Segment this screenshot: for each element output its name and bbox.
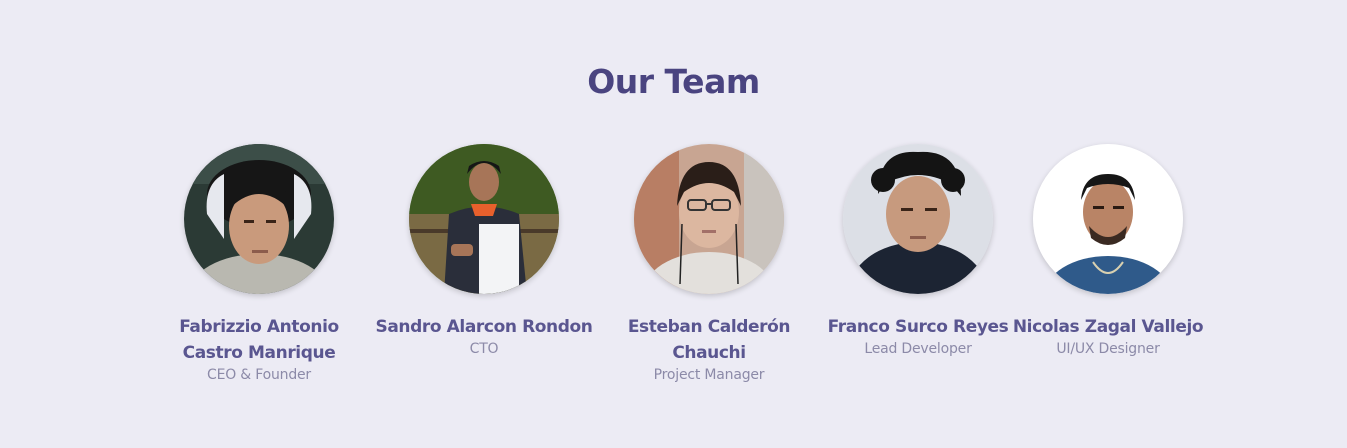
team-member-card: Esteban Calderón Chauchi Project Manager	[599, 144, 819, 385]
member-photo	[184, 144, 334, 294]
member-name: Fabrizzio Antonio Castro Manrique	[179, 317, 339, 363]
member-name: Sandro Alarcon Rondon	[375, 317, 593, 337]
member-role: CEO & Founder	[207, 367, 311, 383]
member-role: Project Manager	[653, 367, 765, 383]
team-member-card: Franco Surco Reyes Lead Developer	[808, 144, 1028, 359]
member-photo	[843, 144, 993, 294]
team-member-card: Fabrizzio Antonio Castro Manrique CEO & …	[149, 144, 369, 385]
member-role: CTO	[469, 341, 499, 357]
team-member-card: Nicolas Zagal Vallejo UI/UX Designer	[998, 144, 1218, 359]
section-title: Our Team	[587, 62, 760, 101]
member-role: UI/UX Designer	[1056, 341, 1160, 357]
member-photo	[634, 144, 784, 294]
member-photo	[409, 144, 559, 294]
member-name: Esteban Calderón Chauchi	[627, 317, 791, 363]
team-section: Our Team Fabrizzio Antonio Castro Manriq…	[0, 0, 1347, 448]
member-name: Nicolas Zagal Vallejo	[1012, 317, 1204, 337]
member-role: Lead Developer	[864, 341, 972, 357]
team-member-card: Sandro Alarcon Rondon CTO	[374, 144, 594, 359]
member-photo	[1033, 144, 1183, 294]
member-name: Franco Surco Reyes	[827, 317, 1009, 337]
